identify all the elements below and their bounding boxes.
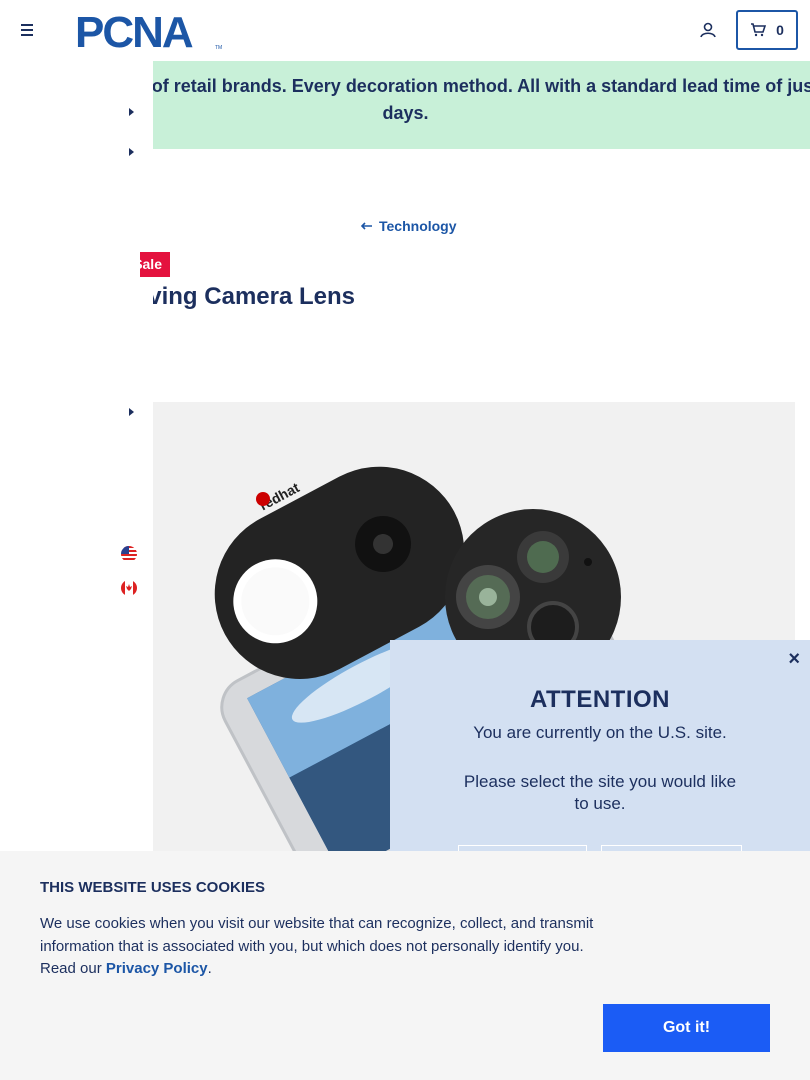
privacy-policy-link[interactable]: Privacy Policy: [106, 960, 208, 977]
rail-arrow-3[interactable]: [129, 408, 134, 416]
modal-select-prompt: Please select the site you would like to…: [463, 772, 737, 813]
cookie-title: THIS WEBSITE USES COOKIES: [40, 879, 266, 896]
promo-text: Thousands of products. Dozens of retail …: [153, 76, 810, 123]
hamburger-menu-icon[interactable]: [18, 20, 38, 40]
cookie-banner: THIS WEBSITE USES COOKIES We use cookies…: [0, 851, 810, 1080]
breadcrumb-back-link[interactable]: Technology: [360, 218, 457, 234]
modal-title: ATTENTION: [529, 686, 671, 713]
modal-current-site-text: You are currently on the U.S. site.: [473, 723, 727, 742]
logo-text: PCNA: [75, 9, 193, 51]
breadcrumb-label: Technology: [379, 218, 457, 234]
promo-banner: Thousands of products. Dozens of retail …: [153, 61, 810, 149]
logo-tm: TM: [215, 45, 222, 51]
accept-cookies-button[interactable]: Got it!: [603, 1004, 770, 1052]
site-select-modal: × ATTENTION You are currently on the U.S…: [390, 640, 810, 875]
rail-arrow-1[interactable]: [129, 108, 134, 116]
site-header: PCNA TM 0: [0, 0, 810, 61]
us-flag-icon[interactable]: [121, 546, 137, 562]
product-title-wrap: Lens Saving Camera Lens: [153, 283, 793, 319]
cart-button[interactable]: 0: [736, 10, 798, 50]
modal-close-button[interactable]: ×: [788, 648, 800, 671]
cookie-text: We use cookies when you visit our websit…: [40, 915, 594, 977]
cart-icon: [751, 23, 767, 37]
canada-flag-icon[interactable]: [121, 580, 137, 596]
arrow-left-icon: [360, 222, 372, 230]
sale-badge: Sale: [140, 252, 170, 277]
rail-arrow-2[interactable]: [129, 148, 134, 156]
pcna-logo[interactable]: PCNA TM: [75, 9, 225, 51]
product-title: Lens Saving Camera Lens: [153, 283, 355, 310]
account-icon[interactable]: [698, 20, 718, 40]
cart-count: 0: [776, 22, 784, 38]
